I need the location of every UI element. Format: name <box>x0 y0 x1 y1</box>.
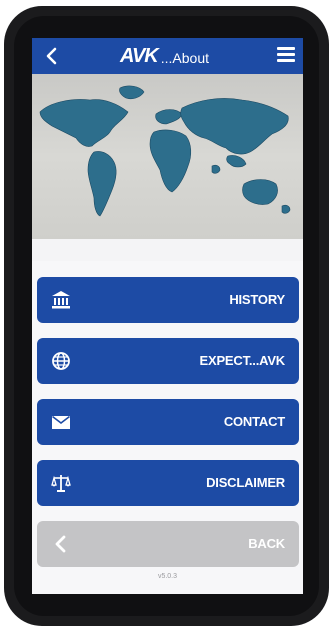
avk-logo-mark: AVK <box>120 45 159 67</box>
bank-building-icon <box>52 291 70 309</box>
world-map-image <box>32 74 303 239</box>
spacer <box>32 239 303 261</box>
expect-avk-label: EXPECT...AVK <box>199 353 286 368</box>
contact-button[interactable]: CONTACT <box>37 399 299 445</box>
back-label: BACK <box>248 536 285 551</box>
hamburger-menu-icon[interactable] <box>277 47 295 63</box>
page-title: ...About <box>160 49 210 66</box>
disclaimer-button[interactable]: DISCLAIMER <box>37 460 299 506</box>
history-label: HISTORY <box>229 292 285 307</box>
contact-label: CONTACT <box>223 414 285 429</box>
app-screen: AVK ...About HISTORY EXPECT...AVK CONTAC… <box>32 38 303 594</box>
disclaimer-label: DISCLAIMER <box>206 475 285 490</box>
globe-icon <box>52 352 70 370</box>
about-menu-list: HISTORY EXPECT...AVK CONTACT DISCLAIMER … <box>32 261 303 594</box>
chevron-left-icon <box>55 535 66 553</box>
app-version: v5.0.3 <box>157 573 178 580</box>
chevron-left-icon[interactable] <box>42 45 62 67</box>
scales-icon <box>51 475 71 492</box>
back-button[interactable]: BACK <box>37 521 299 567</box>
envelope-icon <box>52 415 70 429</box>
history-button[interactable]: HISTORY <box>37 277 299 323</box>
app-logo: AVK ...About <box>120 45 209 67</box>
top-app-bar: AVK ...About <box>32 38 303 74</box>
expect-avk-button[interactable]: EXPECT...AVK <box>37 338 299 384</box>
